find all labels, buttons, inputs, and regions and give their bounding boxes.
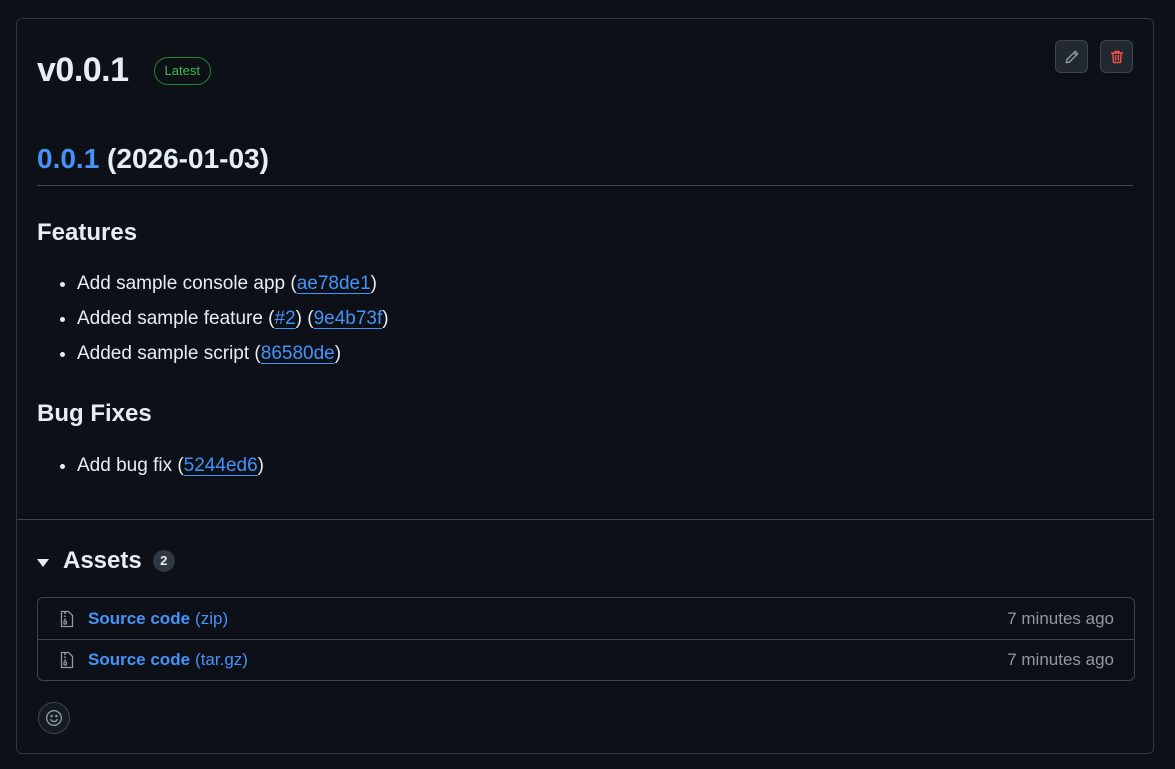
paren: ) ( <box>295 308 314 329</box>
version-link[interactable]: 0.0.1 <box>37 143 99 174</box>
feature-text: Add sample console app ( <box>77 273 297 294</box>
pencil-icon <box>1065 50 1078 63</box>
file-zip-icon <box>60 650 76 670</box>
asset-row: Source code (zip) 7 minutes ago <box>38 598 1134 639</box>
commit-link[interactable]: 86580de <box>261 343 335 364</box>
trash-icon <box>1110 50 1123 63</box>
asset-ext: (zip) <box>195 608 229 628</box>
edit-release-button[interactable] <box>1055 40 1088 73</box>
feature-text: Added sample script ( <box>77 343 261 364</box>
features-heading: Features <box>37 219 138 246</box>
assets-list: Source code (zip) 7 minutes ago Source co… <box>37 597 1135 681</box>
paren: ) <box>334 343 342 364</box>
asset-name: Source code <box>88 608 191 628</box>
pr-link[interactable]: #2 <box>275 308 296 329</box>
version-heading: 0.0.1 (2026-01-03) <box>37 143 1133 186</box>
caret-down-icon <box>37 558 49 567</box>
release-card: v0.0.1 Latest 0.0.1 (2026-01-03) Feature… <box>16 18 1154 754</box>
asset-row: Source code (tar.gz) 7 minutes ago <box>38 639 1134 680</box>
delete-release-button[interactable] <box>1100 40 1133 73</box>
features-list: Add sample console app (ae78de1) Added s… <box>37 266 389 371</box>
commit-link[interactable]: ae78de1 <box>297 273 371 294</box>
bug-text: Add bug fix ( <box>77 455 184 476</box>
feature-text: Added sample feature ( <box>77 308 275 329</box>
list-item: Add bug fix (5244ed6) <box>77 448 264 483</box>
release-body: v0.0.1 Latest 0.0.1 (2026-01-03) Feature… <box>17 19 1153 519</box>
list-item: Added sample script (86580de) <box>77 336 389 371</box>
section-divider <box>17 519 1153 520</box>
asset-ext: (tar.gz) <box>195 650 248 669</box>
paren: ) <box>370 273 377 294</box>
release-header: v0.0.1 Latest <box>37 51 211 90</box>
file-zip-icon <box>60 609 76 629</box>
release-title[interactable]: v0.0.1 <box>37 51 129 90</box>
asset-timestamp: 7 minutes ago <box>1007 650 1114 669</box>
latest-badge: Latest <box>153 56 211 85</box>
bug-fixes-list: Add bug fix (5244ed6) <box>37 448 264 483</box>
commit-link[interactable]: 5244ed6 <box>184 455 258 476</box>
assets-count-badge: 2 <box>152 550 175 572</box>
paren: ) <box>257 455 264 476</box>
asset-name: Source code <box>88 650 191 669</box>
list-item: Add sample console app (ae78de1) <box>77 266 389 301</box>
list-item: Added sample feature (#2) (9e4b73f) <box>77 301 389 336</box>
paren: ) <box>382 308 389 329</box>
version-date: (2026-01-03) <box>99 143 269 174</box>
asset-timestamp: 7 minutes ago <box>1007 608 1114 628</box>
commit-link[interactable]: 9e4b73f <box>314 308 383 329</box>
bug-fixes-heading: Bug Fixes <box>37 400 152 427</box>
asset-link[interactable]: Source code (tar.gz) <box>88 650 248 670</box>
assets-title: Assets <box>63 547 142 574</box>
asset-link[interactable]: Source code (zip) <box>88 609 228 629</box>
assets-toggle[interactable]: Assets 2 <box>37 547 175 575</box>
add-reaction-button[interactable] <box>38 702 70 734</box>
smiley-icon <box>45 709 63 727</box>
